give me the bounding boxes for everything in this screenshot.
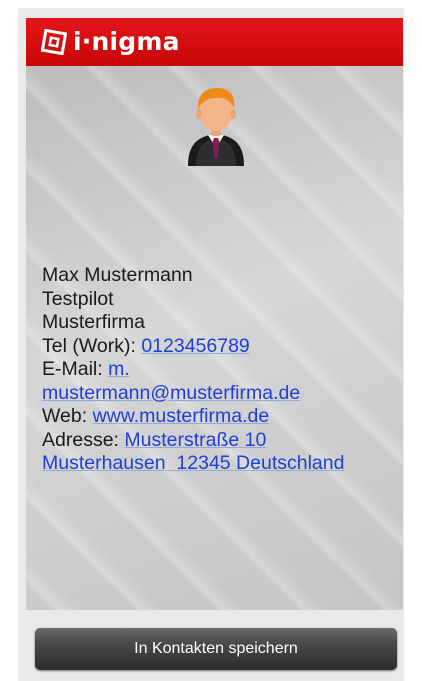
person-avatar-icon (188, 88, 244, 166)
contact-address-row-2: Musterhausen 12345 Deutschland (42, 452, 394, 476)
contact-email-row-2: mustermann@musterfirma.de (42, 382, 394, 406)
contact-card: Max Mustermann Testpilot Musterfirma Tel… (26, 66, 403, 610)
contact-address-row: Adresse: Musterstraße 10 (42, 429, 394, 453)
address-label: Adresse: (42, 428, 125, 451)
contact-email-row: E-Mail: m. (42, 358, 394, 382)
phone-label: Tel (Work): (42, 334, 142, 357)
email-label: E-Mail: (42, 358, 109, 380)
web-label: Web: (42, 405, 93, 427)
contact-company: Musterfirma (42, 311, 145, 333)
inigma-logo-icon (41, 29, 67, 55)
web-link[interactable]: www.musterfirma.de (93, 405, 270, 427)
contact-title: Testpilot (42, 287, 114, 310)
contact-web-row: Web: www.musterfirma.de (42, 405, 394, 429)
email-link-part2[interactable]: mustermann@musterfirma.de (42, 382, 300, 404)
save-to-contacts-button[interactable]: In Kontakten speichern (35, 628, 397, 670)
address-link-line2[interactable]: Musterhausen 12345 Deutschland (42, 452, 344, 474)
phone-link[interactable]: 0123456789 (141, 335, 249, 357)
app-logo-text: i·nigma (73, 27, 180, 56)
app-header: i·nigma (26, 18, 403, 66)
email-link-part1[interactable]: m. (108, 358, 130, 380)
contact-phone-row: Tel (Work): 0123456789 (42, 335, 394, 359)
contact-details: Max Mustermann Testpilot Musterfirma Tel… (42, 264, 394, 476)
address-link-line1[interactable]: Musterstraße 10 (124, 429, 266, 451)
contact-name: Max Mustermann (42, 264, 193, 286)
app-screen: i·nigma Max Mustermann Testpilot Musterf… (0, 0, 422, 681)
